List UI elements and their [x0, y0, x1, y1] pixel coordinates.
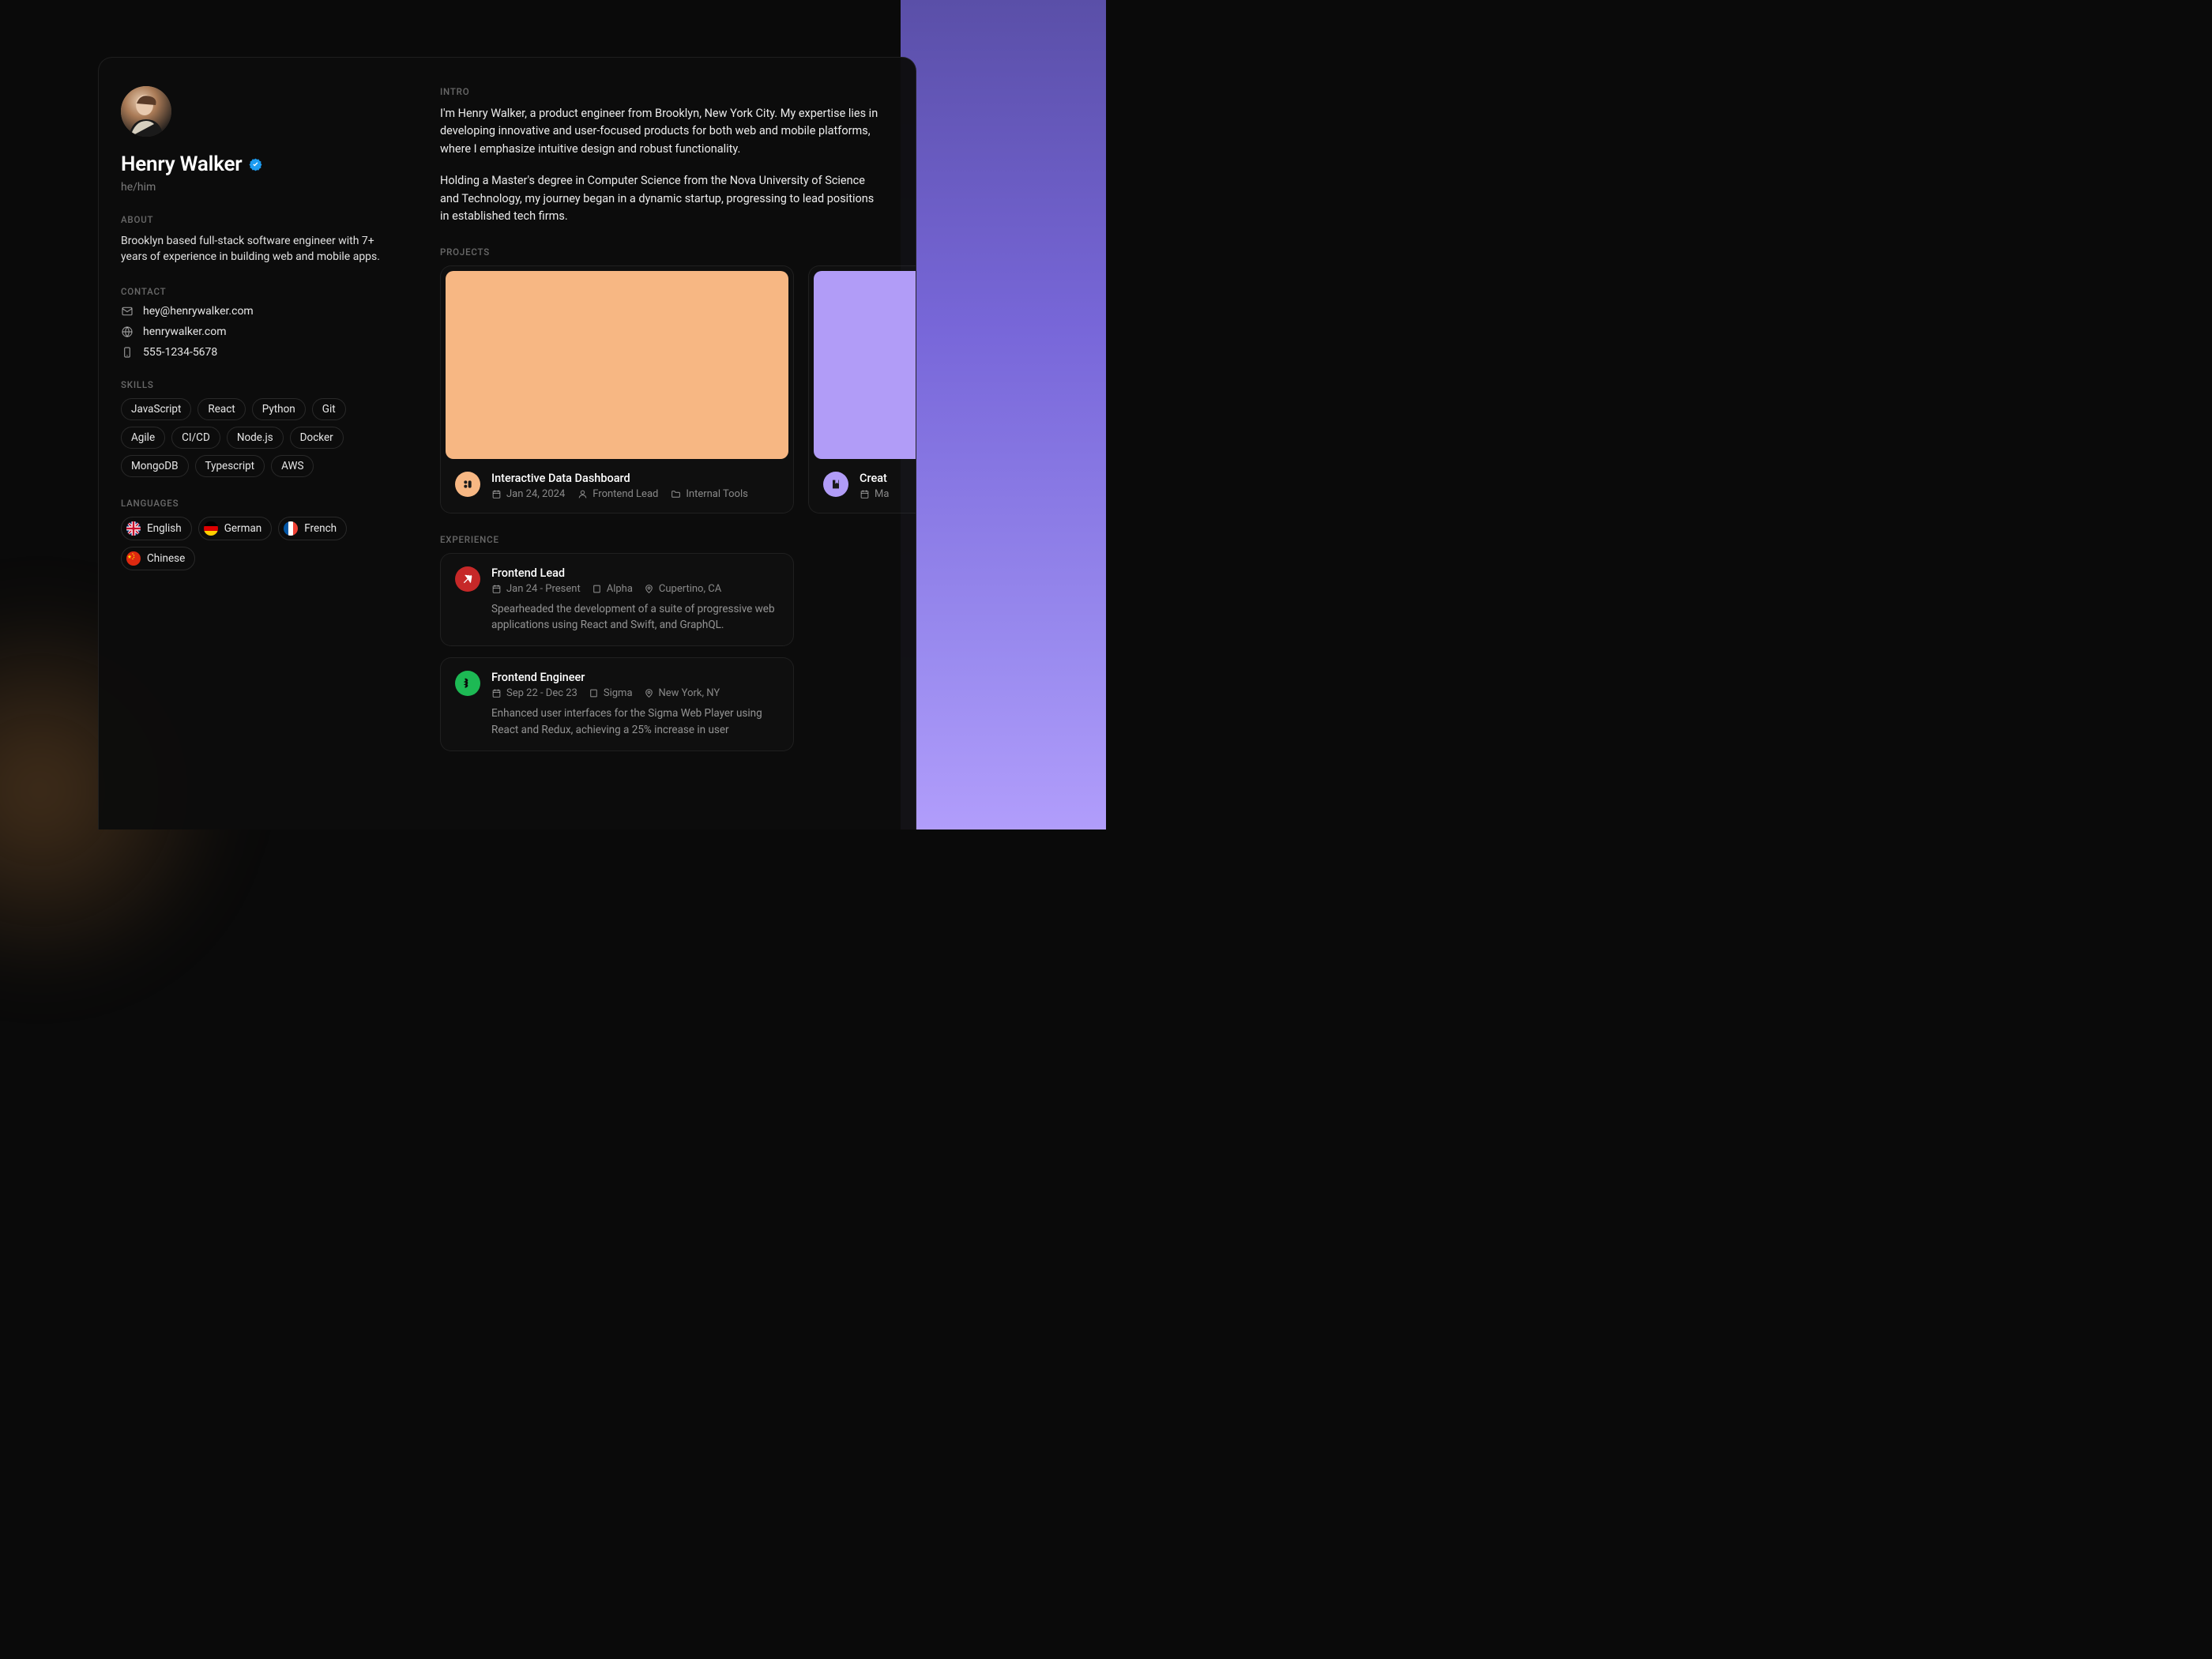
language-pill: German — [198, 517, 273, 540]
project-date: Jan 24, 2024 — [491, 488, 565, 500]
calendar-icon — [491, 489, 502, 499]
user-icon — [577, 489, 588, 499]
experience-title: Frontend Engineer — [491, 671, 779, 684]
contact-label: CONTACT — [121, 286, 396, 297]
project-category: Internal Tools — [671, 488, 747, 500]
globe-icon — [121, 325, 134, 338]
skill-pill: Typescript — [195, 455, 265, 477]
calendar-icon — [860, 489, 870, 499]
experience-card[interactable]: Frontend Engineer Sep 22 - Dec 23 Sigma New… — [440, 657, 794, 751]
experience-card[interactable]: Frontend Lead Jan 24 - Present Alpha Cupert… — [440, 553, 794, 647]
project-title: Interactive Data Dashboard — [491, 472, 782, 485]
skill-pill: Docker — [290, 427, 344, 449]
location-icon — [644, 584, 654, 594]
profile-card: Henry Walker he/him ABOUT Brooklyn based… — [98, 57, 916, 830]
experience-description: Spearheaded the development of a suite o… — [491, 601, 779, 634]
location-icon — [644, 688, 654, 698]
languages-list: English German French Chinese — [121, 517, 396, 570]
intro-label: INTRO — [440, 86, 882, 97]
project-hero-image — [446, 271, 788, 459]
project-icon — [823, 472, 848, 497]
building-icon — [592, 584, 602, 594]
project-hero-image — [814, 271, 916, 459]
skill-pill: JavaScript — [121, 398, 191, 420]
main-content: INTRO I'm Henry Walker, a product engine… — [423, 58, 916, 830]
contact-website[interactable]: henrywalker.com — [121, 325, 396, 338]
company-icon — [455, 671, 480, 696]
project-title: Creat — [860, 472, 916, 485]
contact-phone[interactable]: 555-1234-5678 — [121, 346, 396, 359]
flag-icon — [126, 521, 141, 536]
language-pill: Chinese — [121, 547, 195, 570]
language-name: French — [304, 522, 337, 535]
experience-location: Cupertino, CA — [644, 583, 721, 595]
language-pill: French — [278, 517, 347, 540]
skill-pill: AWS — [271, 455, 314, 477]
calendar-icon — [491, 584, 502, 594]
projects-label: PROJECTS — [440, 246, 882, 258]
background-glow-right — [901, 0, 1106, 830]
flag-icon — [204, 521, 218, 536]
project-card[interactable]: Creat Ma — [808, 265, 916, 514]
experience-company: Alpha — [592, 583, 633, 595]
experience-company: Sigma — [589, 687, 633, 699]
phone-icon — [121, 346, 134, 359]
experience-dates: Sep 22 - Dec 23 — [491, 687, 577, 699]
experience-label: EXPERIENCE — [440, 534, 882, 545]
experience-list: Frontend Lead Jan 24 - Present Alpha Cupert… — [440, 553, 882, 751]
languages-label: LANGUAGES — [121, 498, 396, 509]
contact-phone-text: 555-1234-5678 — [143, 346, 217, 359]
company-icon — [455, 566, 480, 592]
language-name: German — [224, 522, 262, 535]
skill-pill: Node.js — [227, 427, 284, 449]
verified-badge-icon — [248, 157, 263, 172]
folder-icon — [671, 489, 681, 499]
about-text: Brooklyn based full-stack software engin… — [121, 233, 382, 265]
pronouns: he/him — [121, 181, 396, 194]
contact-email[interactable]: hey@henrywalker.com — [121, 305, 396, 318]
skill-pill: CI/CD — [171, 427, 220, 449]
profile-name: Henry Walker — [121, 152, 242, 176]
experience-title: Frontend Lead — [491, 566, 779, 580]
mail-icon — [121, 305, 134, 318]
skill-pill: Git — [312, 398, 346, 420]
language-name: Chinese — [147, 552, 185, 565]
language-pill: English — [121, 517, 192, 540]
calendar-icon — [491, 688, 502, 698]
skill-pill: MongoDB — [121, 455, 189, 477]
contact-email-text: hey@henrywalker.com — [143, 305, 254, 318]
sidebar: Henry Walker he/him ABOUT Brooklyn based… — [99, 58, 423, 830]
skill-pill: Agile — [121, 427, 165, 449]
contact-website-text: henrywalker.com — [143, 325, 226, 338]
project-icon — [455, 472, 480, 497]
language-name: English — [147, 522, 182, 535]
project-date: Ma — [860, 488, 889, 500]
experience-dates: Jan 24 - Present — [491, 583, 581, 595]
flag-icon — [126, 551, 141, 566]
skills-list: JavaScript React Python Git Agile CI/CD Node.j… — [121, 398, 396, 477]
skill-pill: Python — [252, 398, 306, 420]
projects-row: Interactive Data Dashboard Jan 24, 2024 … — [440, 265, 916, 514]
skill-pill: React — [198, 398, 245, 420]
flag-icon — [284, 521, 298, 536]
about-label: ABOUT — [121, 214, 396, 225]
experience-location: New York, NY — [644, 687, 720, 699]
skills-label: SKILLS — [121, 379, 396, 390]
intro-paragraph-2: Holding a Master's degree in Computer Sc… — [440, 172, 882, 225]
avatar[interactable] — [121, 86, 171, 137]
experience-description: Enhanced user interfaces for the Sigma W… — [491, 705, 779, 738]
project-card[interactable]: Interactive Data Dashboard Jan 24, 2024 … — [440, 265, 794, 514]
project-role: Frontend Lead — [577, 488, 658, 500]
intro-paragraph-1: I'm Henry Walker, a product engineer fro… — [440, 105, 882, 158]
building-icon — [589, 688, 599, 698]
